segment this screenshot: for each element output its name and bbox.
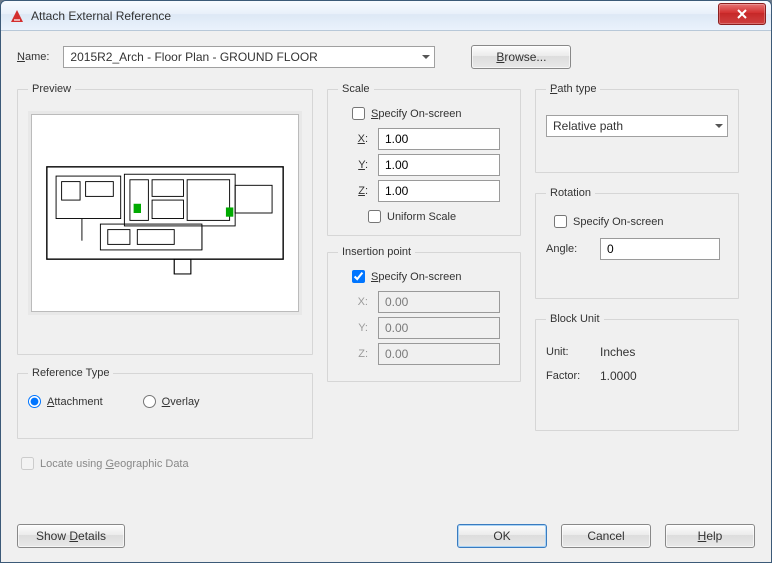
insertion-specify-checkbox[interactable] [352,270,365,283]
rotation-group: Rotation Specify On-screen Angle: [535,187,739,299]
uniform-scale-row[interactable]: Uniform Scale [368,210,510,223]
attachment-radio-row[interactable]: Attachment [28,395,103,408]
block-factor-label: Factor: [546,370,590,382]
name-select[interactable]: 2015R2_Arch - Floor Plan - GROUND FLOOR [63,46,435,68]
rotation-specify-label: Specify On-screen [573,216,663,228]
chevron-down-icon [715,122,723,130]
path-type-select[interactable]: Relative path [546,115,728,137]
scale-x-input[interactable] [378,128,500,150]
close-icon [736,8,748,20]
insertion-specify-row[interactable]: Specify On-screen [352,270,510,283]
dialog-body: Name: 2015R2_Arch - Floor Plan - GROUND … [1,31,771,562]
block-unit-label: Unit: [546,346,590,358]
scale-x-row: X: [354,128,510,150]
preview-legend: Preview [28,83,75,95]
insertion-z-input [378,343,500,365]
browse-button[interactable]: Browse... [471,45,571,69]
chevron-down-icon [422,53,430,61]
name-row: Name: 2015R2_Arch - Floor Plan - GROUND … [17,45,755,69]
scale-z-row: Z: [354,180,510,202]
scale-z-input[interactable] [378,180,500,202]
attachment-radio[interactable] [28,395,41,408]
preview-image [28,111,302,315]
cancel-button[interactable]: Cancel [561,524,651,548]
insertion-z-row: Z: [354,343,510,365]
insertion-x-input [378,291,500,313]
uniform-scale-label: Uniform Scale [387,211,456,223]
block-unit-group: Block Unit Unit: Inches Factor: 1.0000 [535,313,739,431]
path-type-legend: Path type [546,83,600,95]
overlay-radio[interactable] [143,395,156,408]
overlay-radio-row[interactable]: Overlay [143,395,200,408]
scale-specify-checkbox[interactable] [352,107,365,120]
rotation-specify-row[interactable]: Specify On-screen [554,215,728,228]
preview-group: Preview [17,83,313,355]
window-title: Attach External Reference [31,9,718,23]
scale-y-input[interactable] [378,154,500,176]
main-columns: Preview [17,83,755,470]
scale-y-row: Y: [354,154,510,176]
reference-type-legend: Reference Type [28,367,113,379]
column-middle: Scale Specify On-screen X: Y: Z: [327,83,521,470]
reference-type-group: Reference Type Attachment Overlay [17,367,313,439]
block-unit-unit-row: Unit: Inches [546,345,728,359]
rotation-angle-row: Angle: [546,238,728,260]
dialog-attach-external-reference: Attach External Reference Name: 2015R2_A… [0,0,772,563]
insertion-group: Insertion point Specify On-screen X: Y: [327,246,521,382]
help-button[interactable]: Help [665,524,755,548]
rotation-legend: Rotation [546,187,595,199]
column-right: Path type Relative path Rotation Specify… [535,83,739,470]
scale-group: Scale Specify On-screen X: Y: Z: [327,83,521,236]
show-details-button[interactable]: Show Details [17,524,125,548]
locate-geographic-label: Locate using Geographic Data [40,458,189,470]
uniform-scale-checkbox[interactable] [368,210,381,223]
path-type-value: Relative path [553,119,623,133]
column-left: Preview [17,83,313,470]
name-label: Name: [17,51,49,63]
rotation-angle-input[interactable] [600,238,720,260]
insertion-x-row: X: [354,291,510,313]
scale-legend: Scale [338,83,374,95]
insertion-y-input [378,317,500,339]
path-type-group: Path type Relative path [535,83,739,173]
block-factor-value: 1.0000 [600,369,637,383]
block-unit-factor-row: Factor: 1.0000 [546,369,728,383]
rotation-specify-checkbox[interactable] [554,215,567,228]
locate-geographic-checkbox [21,457,34,470]
insertion-legend: Insertion point [338,246,415,258]
block-unit-legend: Block Unit [546,313,604,325]
block-unit-value: Inches [600,345,635,359]
titlebar: Attach External Reference [1,1,771,31]
insertion-y-row: Y: [354,317,510,339]
rotation-angle-label: Angle: [546,243,590,255]
locate-geographic-row: Locate using Geographic Data [17,457,313,470]
scale-specify-row[interactable]: Specify On-screen [352,107,510,120]
app-icon [9,8,25,24]
ok-button[interactable]: OK [457,524,547,548]
button-row: Show Details OK Cancel Help [17,524,755,548]
close-button[interactable] [718,3,766,25]
name-select-value: 2015R2_Arch - Floor Plan - GROUND FLOOR [70,50,317,64]
